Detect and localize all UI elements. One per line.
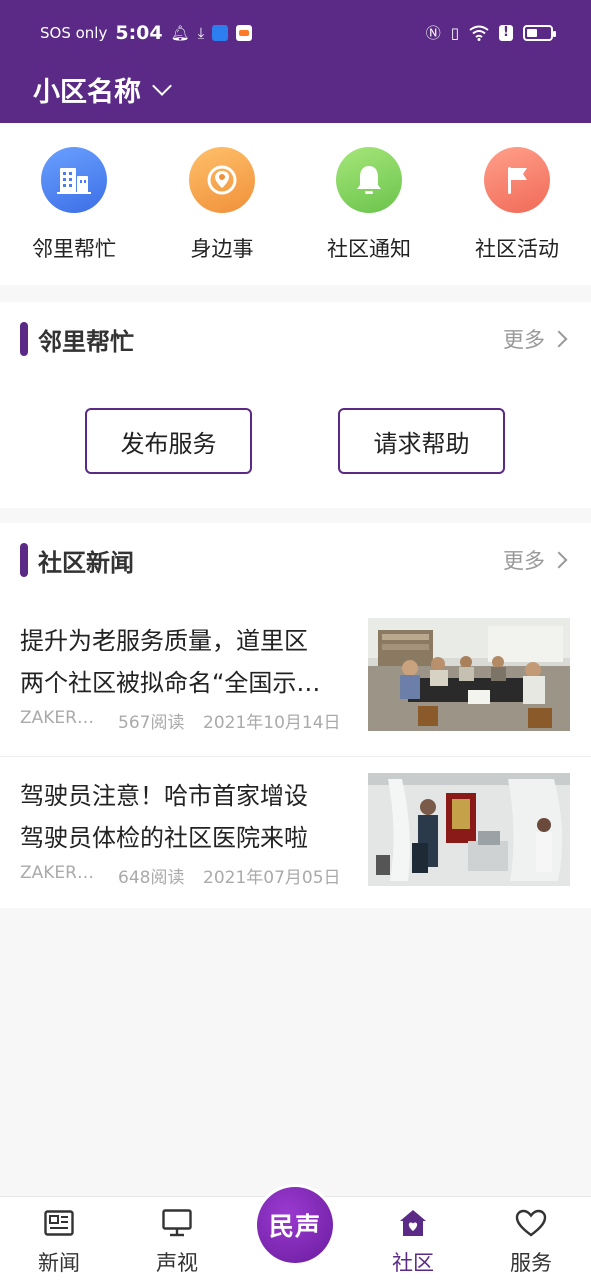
app-notification-icon [236,25,253,41]
wifi-icon [469,25,489,41]
status-bar: SOS only 5:04 🔔︎ ⤓ Ⓝ ▯ ! [0,0,591,66]
tab-service[interactable]: 服务 [491,1207,571,1277]
quick-menu: 邻里帮忙 身边事 社区通知 社区活动 [0,123,591,285]
news-thumbnail [368,773,570,886]
news-item[interactable]: 提升为老服务质量，道里区 两个社区被拟命名“全国示… ZAKER… 567阅读 … [0,602,591,756]
download-icon: ⤓ [197,24,205,42]
section-accent-bar [20,543,28,577]
community-selector[interactable]: 小区名称 [33,70,172,109]
tab-label: 声视 [156,1251,198,1275]
tab-audio-video[interactable]: 声视 [137,1207,217,1277]
news-title: 提升为老服务质量，道里区 两个社区被拟命名“全国示… [20,627,321,697]
vibrate-icon: ▯ [450,23,459,42]
location-icon [189,147,255,213]
news-meta: ZAKER… 648阅读 2021年07月05日 [20,863,360,888]
newspaper-icon [19,1207,99,1239]
carrier-label: SOS only [40,24,108,42]
monitor-icon [137,1207,217,1239]
news-reads: 648阅读 [118,868,185,888]
news-thumbnail [368,618,570,731]
news-item[interactable]: 驾驶员注意！哈市首家增设 驾驶员体检的社区医院来啦 ZAKER… 648阅读 2… [0,756,591,910]
news-date: 2021年07月05日 [203,868,341,888]
quick-item-nearby[interactable]: 身边事 [157,147,287,263]
quick-item-notice[interactable]: 社区通知 [304,147,434,263]
building-icon [41,147,107,213]
chevron-right-icon [550,551,568,569]
publish-service-button[interactable]: 发布服务 [85,408,252,474]
chevron-down-icon [152,75,172,96]
news-meta: ZAKER… 567阅读 2021年10月14日 [20,708,360,733]
neighbor-help-section: 邻里帮忙 更多 发布服务 请求帮助 [0,302,591,508]
quick-item-activity[interactable]: 社区活动 [452,147,582,263]
quick-item-label: 社区活动 [475,237,559,261]
app-header: SOS only 5:04 🔔︎ ⤓ Ⓝ ▯ ! 小区名称 [0,0,591,123]
tab-label: 新闻 [38,1251,80,1275]
quick-item-label: 身边事 [190,237,254,261]
news-source: ZAKER… [20,708,94,728]
quick-item-neighbor-help[interactable]: 邻里帮忙 [9,147,139,263]
news-title: 驾驶员注意！哈市首家增设 驾驶员体检的社区医院来啦 [20,782,308,852]
community-name: 小区名称 [33,77,141,108]
section-title: 邻里帮忙 [38,327,134,356]
news-reads: 567阅读 [118,713,185,733]
community-news-section: 社区新闻 更多 提升为老服务质量，道里区 两个社区被拟命名“全国示… ZAKER… [0,523,591,908]
tab-label: 服务 [510,1251,552,1275]
quick-item-label: 邻里帮忙 [32,237,116,261]
nfc-icon: Ⓝ [425,24,441,42]
request-help-button[interactable]: 请求帮助 [338,408,505,474]
more-label: 更多 [503,549,545,573]
app-notification-icon [212,25,229,41]
more-link[interactable]: 更多 [503,324,568,354]
chevron-right-icon [550,330,568,348]
bell-icon [336,147,402,213]
news-source: ZAKER… [20,863,94,883]
tab-news[interactable]: 新闻 [19,1207,99,1277]
alert-icon: ! [499,24,513,41]
tab-label: 社区 [392,1251,434,1275]
heart-icon [491,1207,571,1239]
battery-icon [523,24,556,41]
news-date: 2021年10月14日 [203,713,341,733]
more-link[interactable]: 更多 [503,545,568,575]
more-label: 更多 [503,328,545,352]
status-time: 5:04 [115,22,163,44]
quick-item-label: 社区通知 [327,237,411,261]
tab-community[interactable]: 社区 [373,1207,453,1277]
section-title: 社区新闻 [38,548,134,577]
center-button-label: 民声 [257,1187,333,1263]
flag-icon [484,147,550,213]
bell-icon: 🔔︎ [170,24,190,42]
home-heart-icon [373,1207,453,1239]
section-accent-bar [20,322,28,356]
voice-center-button[interactable]: 民声 [254,1184,336,1266]
